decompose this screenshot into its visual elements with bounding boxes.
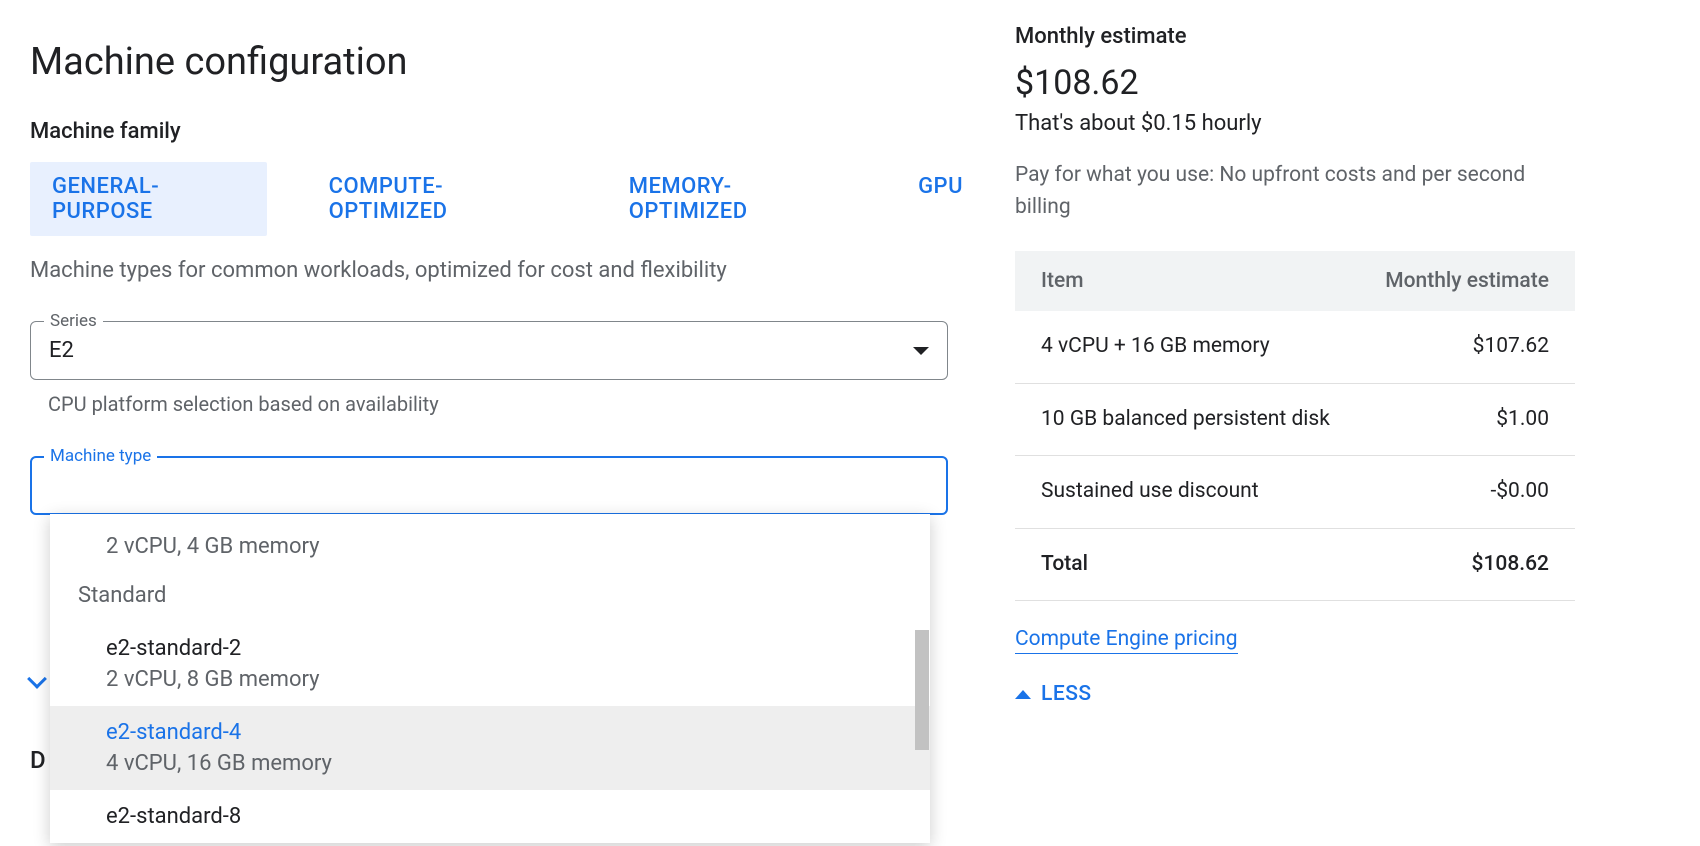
total-label: Total — [1015, 528, 1358, 601]
expand-chevron-icon[interactable] — [30, 671, 44, 690]
tab-general-purpose[interactable]: GENERAL-PURPOSE — [30, 162, 267, 236]
cost-value: -$0.00 — [1358, 456, 1575, 529]
col-monthly: Monthly estimate — [1358, 251, 1575, 311]
tab-memory-optimized[interactable]: MEMORY-OPTIMIZED — [607, 162, 856, 236]
cost-value: $1.00 — [1358, 383, 1575, 456]
dropdown-option-e2-standard-8[interactable]: e2-standard-8 — [50, 790, 930, 843]
series-helper: CPU platform selection based on availabi… — [48, 392, 985, 416]
family-description: Machine types for common workloads, opti… — [30, 258, 985, 283]
machine-type-select-wrapper: Machine type 2 vCPU, 4 GB memory Standar… — [30, 456, 985, 515]
cost-row: Sustained use discount -$0.00 — [1015, 456, 1575, 529]
option-desc: 4 vCPU, 16 GB memory — [106, 751, 902, 776]
option-name: e2-standard-2 — [106, 636, 902, 661]
chevron-up-icon — [1015, 690, 1031, 699]
estimate-hourly: That's about $0.15 hourly — [1015, 111, 1575, 136]
cost-item: Sustained use discount — [1015, 456, 1358, 529]
machine-config-panel: Machine configuration Machine family GEN… — [30, 20, 985, 706]
scrollbar-thumb[interactable] — [915, 630, 929, 750]
option-name: e2-standard-4 — [106, 720, 902, 745]
total-value: $108.62 — [1358, 528, 1575, 601]
dropdown-option-e2-standard-4[interactable]: e2-standard-4 4 vCPU, 16 GB memory — [50, 706, 930, 790]
estimate-price: $108.62 — [1015, 63, 1575, 103]
tab-compute-optimized[interactable]: COMPUTE-OPTIMIZED — [307, 162, 567, 236]
cost-value: $107.62 — [1358, 311, 1575, 383]
cost-item: 4 vCPU + 16 GB memory — [1015, 311, 1358, 383]
family-tabs: GENERAL-PURPOSE COMPUTE-OPTIMIZED MEMORY… — [30, 162, 985, 236]
machine-type-label: Machine type — [44, 446, 157, 466]
less-label: LESS — [1041, 682, 1092, 706]
less-toggle[interactable]: LESS — [1015, 682, 1575, 706]
tab-gpu[interactable]: GPU — [896, 162, 985, 236]
series-select-wrapper: Series E2 — [30, 321, 985, 380]
partial-heading-letter: D — [30, 746, 46, 774]
dropdown-caret-icon — [913, 347, 929, 355]
option-desc: 2 vCPU, 8 GB memory — [106, 667, 902, 692]
estimate-panel: Monthly estimate $108.62 That's about $0… — [1015, 20, 1575, 706]
machine-type-dropdown: 2 vCPU, 4 GB memory Standard e2-standard… — [50, 514, 930, 843]
cost-table: Item Monthly estimate 4 vCPU + 16 GB mem… — [1015, 251, 1575, 601]
estimate-title: Monthly estimate — [1015, 24, 1575, 49]
option-name: e2-standard-8 — [106, 804, 902, 829]
pricing-link[interactable]: Compute Engine pricing — [1015, 627, 1238, 654]
series-select[interactable]: E2 — [30, 321, 948, 380]
dropdown-option-partial[interactable]: 2 vCPU, 4 GB memory — [50, 522, 930, 569]
cost-row: 4 vCPU + 16 GB memory $107.62 — [1015, 311, 1575, 383]
machine-type-select[interactable] — [30, 456, 948, 515]
dropdown-group-standard: Standard — [50, 569, 930, 622]
cost-item: 10 GB balanced persistent disk — [1015, 383, 1358, 456]
cost-row-total: Total $108.62 — [1015, 528, 1575, 601]
series-label: Series — [44, 311, 103, 331]
page-title: Machine configuration — [30, 40, 985, 84]
cost-row: 10 GB balanced persistent disk $1.00 — [1015, 383, 1575, 456]
option-desc: 2 vCPU, 4 GB memory — [106, 534, 902, 559]
series-value: E2 — [49, 338, 74, 363]
dropdown-option-e2-standard-2[interactable]: e2-standard-2 2 vCPU, 8 GB memory — [50, 622, 930, 706]
estimate-billing-note: Pay for what you use: No upfront costs a… — [1015, 160, 1575, 223]
col-item: Item — [1015, 251, 1358, 311]
machine-family-label: Machine family — [30, 119, 985, 144]
